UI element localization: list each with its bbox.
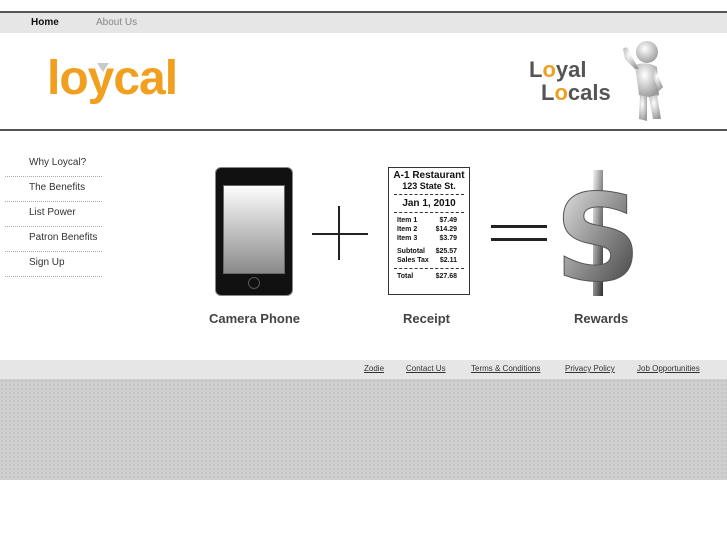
receipt-item-row: Item 1 $7.49: [397, 217, 457, 224]
equals-icon-lower: [491, 238, 547, 241]
footer-link-jobs[interactable]: Job Opportunities: [637, 364, 700, 373]
header-rule: [0, 129, 727, 131]
phone-screen: [223, 185, 285, 274]
top-nav: Home About Us: [0, 13, 727, 33]
header: loycal Loyal Locals: [0, 33, 727, 129]
footer-link-contact[interactable]: Contact Us: [406, 364, 446, 373]
receipt-total-row: Total $27.68: [397, 273, 457, 280]
plus-icon: [312, 233, 368, 235]
thumbs-up-mascot-icon: [623, 41, 663, 121]
footer-links-bar: Zodie Contact Us Terms & Conditions Priv…: [0, 360, 727, 379]
receipt-item-row: Item 2 $14.29: [397, 226, 457, 233]
footer-link-terms[interactable]: Terms & Conditions: [471, 364, 540, 373]
nav-about-link[interactable]: About Us: [96, 17, 137, 28]
locals-text: Locals: [541, 80, 611, 105]
equals-icon: [491, 225, 547, 228]
side-item-list-power[interactable]: List Power: [5, 202, 102, 227]
logo-triangle-mark: [97, 63, 109, 72]
receipt-graphic: A-1 Restaurant 123 State St. Jan 1, 2010…: [388, 167, 470, 295]
side-item-why-loycal[interactable]: Why Loycal?: [5, 152, 102, 177]
footer-link-zodie[interactable]: Zodie: [364, 364, 384, 373]
camera-phone-caption: Camera Phone: [209, 311, 301, 326]
dollar-icon: S: [560, 170, 636, 299]
svg-text:S: S: [560, 170, 636, 298]
rewards-caption: Rewards: [574, 311, 629, 326]
nav-home-link[interactable]: Home: [31, 17, 59, 28]
smartphone-icon: [215, 167, 293, 296]
receipt-subtotal-row: Subtotal $25.57: [397, 248, 457, 255]
receipt-tax-row: Sales Tax $2.11: [397, 257, 457, 264]
side-item-sign-up[interactable]: Sign Up: [5, 252, 102, 277]
receipt-address: 123 State St.: [402, 181, 456, 191]
side-item-benefits[interactable]: The Benefits: [5, 177, 102, 202]
side-menu: Why Loycal? The Benefits List Power Patr…: [5, 152, 102, 277]
phone-home-button: [248, 277, 260, 289]
loycal-logo[interactable]: loycal: [47, 51, 178, 106]
receipt-caption: Receipt: [403, 311, 450, 326]
side-item-patron-benefits[interactable]: Patron Benefits: [5, 227, 102, 252]
footer-link-privacy[interactable]: Privacy Policy: [565, 364, 615, 373]
receipt-item-row: Item 3 $3.79: [397, 235, 457, 242]
plus-icon-vertical: [338, 206, 340, 260]
receipt-date: Jan 1, 2010: [402, 198, 456, 209]
receipt-title: A-1 Restaurant: [393, 170, 465, 181]
footer-pattern: [0, 379, 727, 480]
